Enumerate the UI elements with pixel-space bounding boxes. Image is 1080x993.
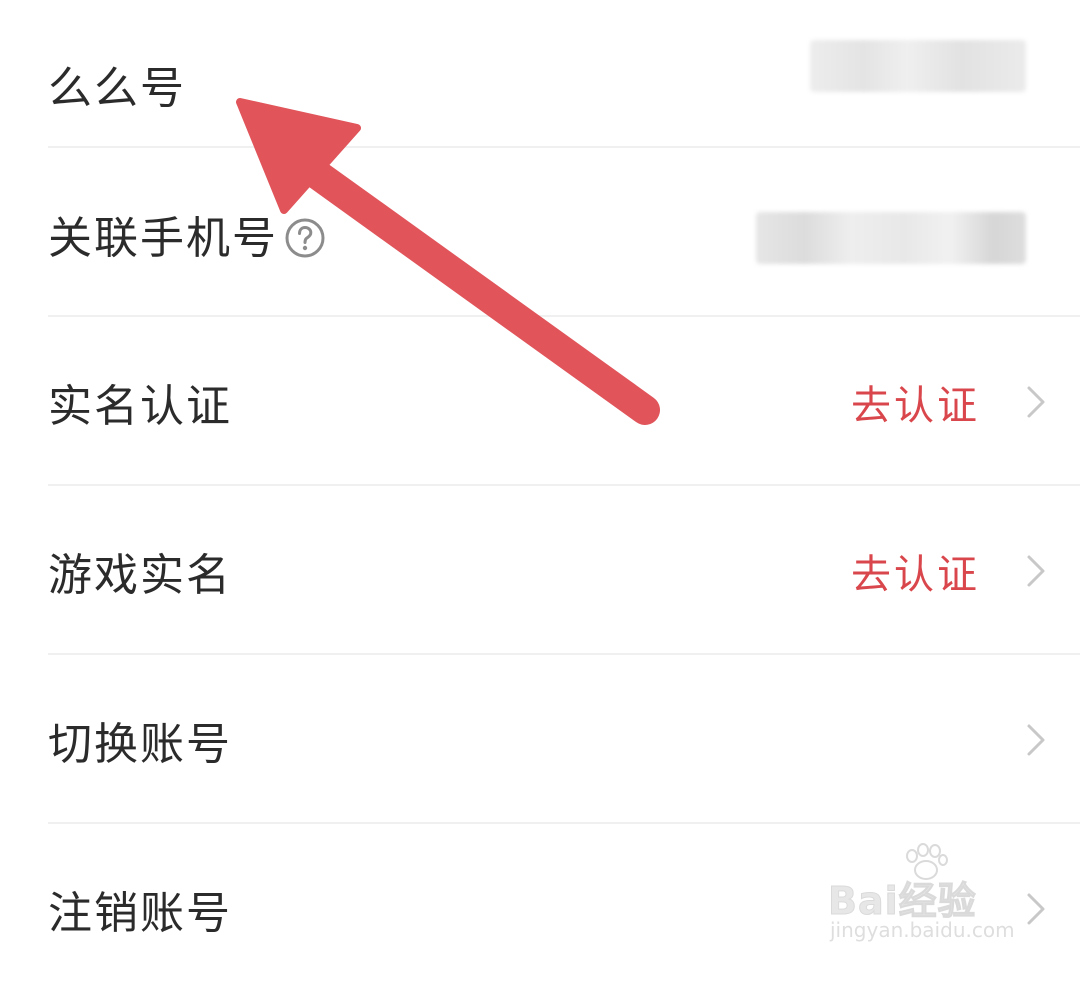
phone-value-blurred — [756, 212, 1026, 264]
row-switch-account-label: 切换账号 — [48, 719, 232, 770]
row-linked-phone-label: 关联手机号 — [48, 213, 278, 264]
row-real-name-verification[interactable]: 实名认证 去认证 — [48, 318, 1080, 486]
verify-action-link[interactable]: 去认证 — [851, 373, 980, 431]
divider — [48, 822, 1080, 824]
row-game-real-name[interactable]: 游戏实名 去认证 — [48, 487, 1080, 655]
row-switch-account[interactable]: 切换账号 — [48, 656, 1080, 824]
divider — [48, 484, 1080, 486]
chevron-right-icon — [1027, 724, 1045, 756]
divider — [48, 315, 1080, 317]
row-cancel-account-label: 注销账号 — [48, 888, 232, 939]
account-settings-list: 么么号 关联手机号 实名认证 去认证 游戏实名 去认证 切换账号 注销账号 — [0, 0, 1080, 964]
watermark-url: jingyan.baidu.com — [830, 918, 1015, 942]
watermark-logo: Bai经验 — [828, 879, 977, 924]
row-linked-phone-label-wrap: 关联手机号 — [48, 202, 326, 266]
chevron-right-icon — [1027, 386, 1045, 418]
row-memeid-label: 么么号 — [48, 63, 186, 114]
question-circle-icon[interactable] — [284, 217, 326, 259]
row-game-real-name-label: 游戏实名 — [48, 550, 232, 601]
chevron-right-icon — [1027, 555, 1045, 587]
divider — [48, 653, 1080, 655]
row-memeid[interactable]: 么么号 — [48, 0, 1080, 168]
verify-action-link[interactable]: 去认证 — [851, 542, 980, 600]
baidu-jingyan-watermark: Bai经验 jingyan.baidu.com — [826, 843, 1026, 948]
divider — [48, 146, 1080, 148]
memeid-value-blurred — [810, 40, 1026, 92]
row-linked-phone[interactable]: 关联手机号 — [48, 150, 1080, 318]
row-real-name-label: 实名认证 — [48, 381, 232, 432]
